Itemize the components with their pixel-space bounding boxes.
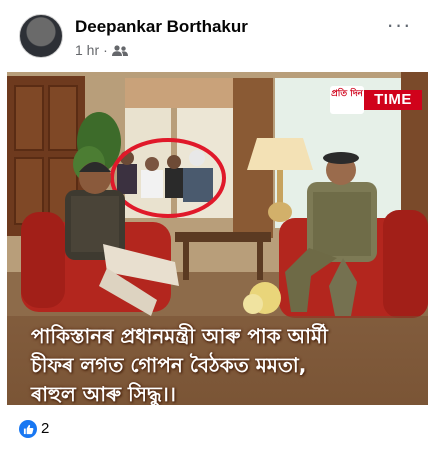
post-header: Deepankar Borthakur 1 hr · ··· — [0, 0, 435, 72]
avatar[interactable] — [19, 14, 63, 58]
caption-line-1: পাকিস্তানৰ প্ৰধানমন্ত্ৰী আৰু পাক আৰ্মী — [31, 324, 328, 348]
logo-time-text: TIME — [364, 90, 422, 110]
more-options-button[interactable]: ··· — [384, 10, 414, 40]
reaction-count[interactable]: 2 — [41, 420, 49, 438]
logo-badge: প্ৰতি দিন — [330, 86, 364, 114]
post-time[interactable]: 1 hr — [75, 42, 99, 58]
channel-logo: প্ৰতি দিন TIME — [330, 86, 422, 114]
author-name[interactable]: Deepankar Borthakur — [75, 17, 248, 37]
post-card: Deepankar Borthakur 1 hr · ··· প্ৰতি দিন… — [0, 0, 435, 457]
reactions-bar: 2 — [0, 410, 435, 450]
more-options-icon: ··· — [386, 12, 412, 37]
post-meta: 1 hr · — [75, 42, 128, 58]
thumbs-up-icon — [23, 424, 33, 434]
post-photo[interactable]: প্ৰতি দিন TIME পাকিস্তানৰ প্ৰধানমন্ত্ৰী … — [7, 72, 428, 405]
image-caption: পাকিস্তানৰ প্ৰধানমন্ত্ৰী আৰু পাক আৰ্মী চ… — [7, 316, 428, 405]
caption-line-2: চীফৰ লগত গোপন বৈঠকত মমতা, — [31, 353, 307, 377]
like-icon[interactable] — [19, 420, 37, 438]
caption-line-3: ৰাহুল আৰু সিদ্ধু।। — [31, 382, 176, 405]
friends-icon — [111, 45, 128, 56]
meta-separator: · — [103, 42, 108, 58]
